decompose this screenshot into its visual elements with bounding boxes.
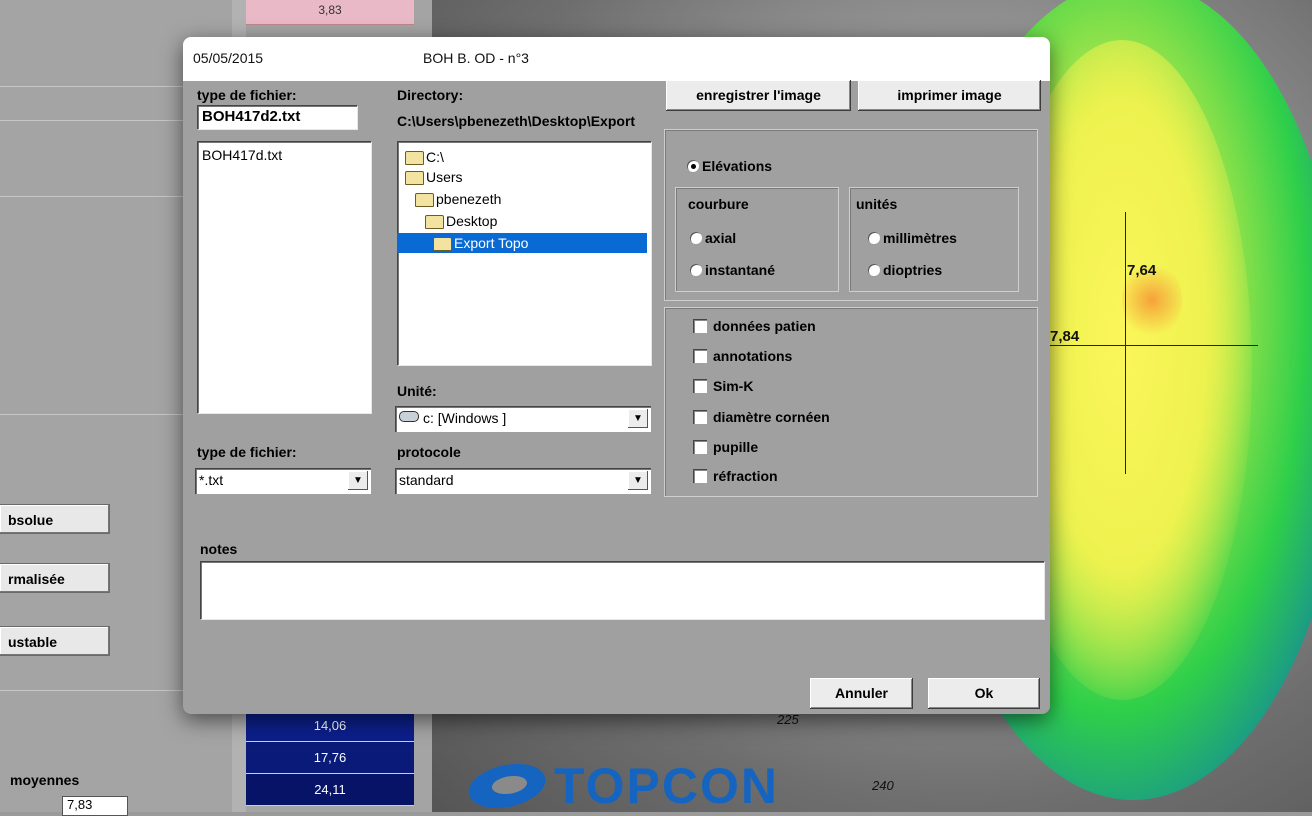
drive-label: Unité: (397, 383, 437, 399)
display-options-group: Elévations courbure axial instantané uni… (664, 129, 1038, 301)
tree-item-export-topo[interactable]: Export Topo (397, 233, 647, 253)
patient-exam-title: BOH B. OD - n°3 (423, 50, 529, 66)
elevations-option[interactable]: Elévations (687, 158, 772, 174)
topcon-logo-text: TOPCON (554, 758, 779, 814)
scale-value-cell: 17,76 (246, 742, 414, 774)
absolute-scale-button[interactable]: bsolue (0, 504, 110, 534)
radio-icon (690, 232, 702, 244)
chevron-down-icon[interactable]: ▼ (628, 471, 648, 490)
patient-data-checkbox[interactable]: données patien (693, 318, 816, 334)
checkbox-icon (693, 349, 707, 363)
print-image-button[interactable]: imprimer image (858, 80, 1041, 111)
topcon-logo: TOPCON (459, 756, 779, 816)
directory-path: C:\Users\pbenezeth\Desktop\Export (397, 113, 636, 129)
export-dialog: 05/05/2015 BOH B. OD - n°3 type de fichi… (183, 37, 1050, 714)
sim-k-checkbox[interactable]: Sim-K (693, 378, 753, 394)
folder-open-icon (405, 151, 424, 165)
radio-selected-icon (687, 160, 699, 172)
file-list[interactable]: BOH417d.txt (197, 141, 371, 413)
notes-label: notes (200, 541, 238, 557)
crosshair-horizontal (1048, 345, 1258, 346)
normalized-scale-button[interactable]: rmalisée (0, 563, 110, 593)
save-image-button[interactable]: enregistrer l'image (666, 80, 851, 111)
curvature-label: courbure (688, 196, 749, 212)
file-name-value: BOH417d2.txt (202, 108, 301, 125)
file-type-value: *.txt (199, 472, 224, 488)
tree-item-users[interactable]: Users (405, 167, 463, 187)
scale-value-cell: 14,06 (246, 710, 414, 742)
directory-tree[interactable]: C:\ Users pbenezeth Desktop Export Topo (397, 141, 651, 365)
exam-date: 05/05/2015 (193, 50, 264, 66)
radio-icon (868, 264, 880, 276)
protocol-select[interactable]: standard ▼ (395, 468, 651, 494)
axis-degree-label: 225 (777, 712, 799, 727)
ok-button[interactable]: Ok (928, 678, 1040, 709)
cancel-button[interactable]: Annuler (810, 678, 913, 709)
drive-select[interactable]: c: [Windows ] ▼ (395, 406, 651, 432)
drive-icon (399, 411, 419, 422)
protocol-label: protocole (397, 444, 461, 460)
topcon-logo-mark (459, 764, 555, 808)
checkbox-icon (693, 410, 707, 424)
scale-value-top: 3,83 (246, 0, 414, 25)
pupil-checkbox[interactable]: pupille (693, 439, 758, 455)
notes-textarea[interactable] (200, 561, 1044, 619)
tree-item-desktop[interactable]: Desktop (425, 211, 497, 231)
annotations-checkbox[interactable]: annotations (693, 348, 792, 364)
tree-item-pbenezeth[interactable]: pbenezeth (415, 189, 501, 209)
scale-value-cell: 24,11 (246, 774, 414, 806)
map-value-upper: 7,64 (1127, 262, 1157, 279)
folder-open-icon (425, 215, 444, 229)
refraction-checkbox[interactable]: réfraction (693, 468, 778, 484)
checkbox-icon (693, 469, 707, 483)
corneal-diameter-checkbox[interactable]: diamètre cornéen (693, 409, 830, 425)
file-type-label: type de fichier: (197, 444, 297, 460)
protocol-value: standard (399, 472, 454, 488)
file-list-item[interactable]: BOH417d.txt (202, 147, 282, 163)
crosshair-vertical (1125, 212, 1126, 474)
averages-value-field: 7,83 (62, 796, 128, 816)
axis-degree-label: 240 (872, 778, 894, 793)
overlay-options-group: données patien annotations Sim-K diamètr… (664, 307, 1038, 497)
dialog-titlebar[interactable]: 05/05/2015 BOH B. OD - n°3 (183, 37, 1050, 81)
file-type-select[interactable]: *.txt ▼ (195, 468, 371, 494)
checkbox-icon (693, 319, 707, 333)
units-group: unités millimètres dioptries (849, 187, 1019, 292)
instantaneous-option[interactable]: instantané (690, 262, 775, 278)
directory-label: Directory: (397, 87, 464, 103)
checkbox-icon (693, 440, 707, 454)
folder-open-icon (415, 193, 434, 207)
radio-icon (868, 232, 880, 244)
chevron-down-icon[interactable]: ▼ (628, 409, 648, 428)
diopters-option[interactable]: dioptries (868, 262, 942, 278)
file-name-label: type de fichier: (197, 87, 297, 103)
file-name-input[interactable]: BOH417d2.txt (197, 105, 357, 129)
map-value-left: 7,84 (1050, 328, 1080, 345)
tree-item-c-drive[interactable]: C:\ (405, 147, 444, 167)
folder-open-icon (433, 237, 452, 251)
axial-option[interactable]: axial (690, 230, 736, 246)
drive-value: c: [Windows ] (423, 410, 507, 426)
units-label: unités (856, 196, 898, 212)
curvature-group: courbure axial instantané (675, 187, 839, 292)
adjustable-scale-button[interactable]: ustable (0, 626, 110, 656)
checkbox-icon (693, 379, 707, 393)
folder-open-icon (405, 171, 424, 185)
millimeters-option[interactable]: millimètres (868, 230, 957, 246)
radio-icon (690, 264, 702, 276)
averages-label: moyennes (10, 772, 80, 788)
chevron-down-icon[interactable]: ▼ (348, 471, 368, 490)
